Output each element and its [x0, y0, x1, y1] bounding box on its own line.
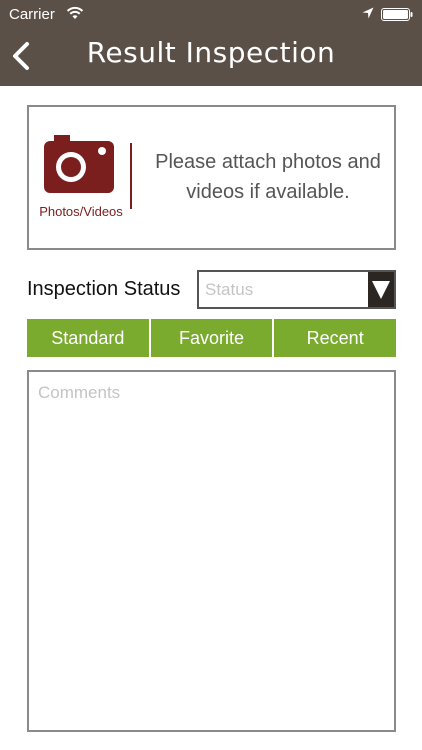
- comment-tabs: Standard Favorite Recent: [27, 319, 397, 357]
- inspection-status-label: Inspection Status: [27, 278, 181, 300]
- divider: [130, 143, 132, 209]
- navigation-header: Carrier Result Inspection: [0, 0, 422, 86]
- comments-placeholder: Comments: [38, 383, 121, 402]
- triangle-down-icon: [372, 281, 390, 299]
- comments-textarea[interactable]: Comments: [27, 370, 396, 732]
- photos-videos-label: Photos/Videos: [39, 204, 123, 219]
- attach-prompt-text: Please attach photos and videos if avail…: [155, 151, 381, 203]
- wifi-icon: [66, 6, 84, 19]
- carrier-label: Carrier: [9, 6, 55, 23]
- attach-media-area[interactable]: Photos/Videos Please attach photos and v…: [27, 105, 396, 250]
- tab-favorite[interactable]: Favorite: [148, 319, 273, 357]
- tab-recent[interactable]: Recent: [272, 319, 397, 357]
- battery-icon: [381, 8, 413, 21]
- page-title: Result Inspection: [86, 36, 336, 69]
- tab-standard[interactable]: Standard: [27, 319, 149, 357]
- status-placeholder: Status: [205, 280, 254, 299]
- dropdown-button[interactable]: [368, 272, 394, 307]
- status-dropdown[interactable]: Status: [197, 270, 396, 309]
- status-bar: Carrier: [0, 0, 422, 30]
- camera-icon: [44, 135, 114, 193]
- location-arrow-icon: [362, 7, 374, 19]
